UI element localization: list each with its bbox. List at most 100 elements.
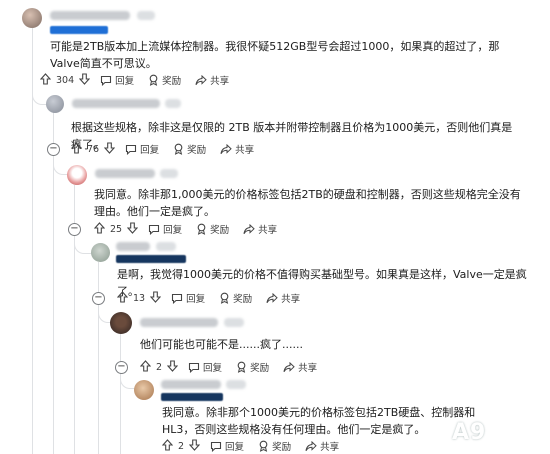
vote-count: 2	[156, 361, 163, 373]
share-icon	[283, 361, 295, 373]
username[interactable]	[140, 318, 218, 327]
reply-button[interactable]: 回复	[210, 439, 244, 453]
share-icon	[243, 223, 255, 235]
upvote-icon[interactable]	[70, 141, 83, 157]
reply-button[interactable]: 回复	[125, 142, 159, 156]
downvote-icon[interactable]	[103, 141, 116, 157]
thread-elbow	[32, 90, 47, 105]
award-icon	[196, 223, 207, 235]
comment-actions: 2 回复 奖励 共享	[139, 359, 331, 375]
timestamp	[226, 380, 246, 389]
upvote-icon[interactable]	[116, 290, 129, 306]
vote-count: 2	[178, 440, 185, 452]
avatar[interactable]	[46, 95, 64, 113]
comment-actions: 13 回复 奖励 共享	[116, 290, 314, 306]
vote-control: 76	[70, 141, 116, 157]
thread-elbow	[53, 158, 68, 175]
avatar[interactable]	[134, 380, 154, 400]
comment-body: 我同意。除非那个1000美元的价格标签包括2TB硬盘、控制器和HL3，否则这些规…	[162, 406, 476, 436]
share-icon	[195, 74, 207, 86]
award-button[interactable]: 奖励	[196, 222, 229, 236]
reply-icon	[171, 293, 183, 304]
reply-button[interactable]: 回复	[188, 360, 222, 374]
award-icon	[148, 74, 159, 86]
username[interactable]	[50, 11, 130, 20]
award-icon	[258, 440, 269, 452]
reply-icon	[188, 362, 200, 373]
share-button[interactable]: 共享	[243, 222, 277, 236]
comment-body: 他们可能也可能不是......疯了......	[140, 338, 303, 351]
username[interactable]	[116, 242, 150, 251]
watermark: A9	[452, 420, 487, 445]
reply-icon	[210, 441, 222, 452]
avatar[interactable]	[110, 312, 132, 334]
timestamp	[156, 242, 176, 251]
award-button[interactable]: 奖励	[219, 291, 252, 305]
award-icon	[236, 361, 247, 373]
comment-body: 我同意。除非那1,000美元的价格标签包括2TB的硬盘和控制器，否则这些规格完全…	[94, 188, 521, 218]
vote-count: 76	[87, 143, 100, 155]
downvote-icon[interactable]	[188, 438, 201, 454]
thread-elbow	[98, 308, 111, 323]
reply-button[interactable]: 回复	[148, 222, 182, 236]
reply-icon	[100, 75, 112, 86]
share-button[interactable]: 共享	[305, 439, 339, 453]
award-icon	[219, 292, 230, 304]
downvote-icon[interactable]	[166, 359, 179, 375]
avatar[interactable]	[22, 8, 42, 28]
comment-actions: 76 回复 奖励 共享	[70, 141, 268, 157]
vote-control: 25	[93, 221, 139, 237]
share-button[interactable]: 共享	[266, 291, 300, 305]
share-icon	[220, 143, 232, 155]
reply-icon	[125, 144, 137, 155]
comment-actions: 25 回复 奖励 共享	[93, 221, 291, 237]
comment-actions: 2 回复 奖励 共享	[161, 438, 353, 454]
share-button[interactable]: 共享	[283, 360, 317, 374]
reply-icon	[148, 224, 160, 235]
share-button[interactable]: 共享	[220, 142, 254, 156]
vote-control: 304	[39, 72, 91, 88]
share-button[interactable]: 共享	[195, 73, 229, 87]
collapse-button[interactable]: −	[115, 361, 128, 374]
username[interactable]	[95, 169, 155, 178]
award-button[interactable]: 奖励	[148, 73, 181, 87]
award-button[interactable]: 奖励	[258, 439, 291, 453]
timestamp	[137, 11, 155, 20]
comment-body: 可能是2TB版本加上流媒体控制器。我很怀疑512GB型号会超过1000，如果真的…	[50, 40, 500, 70]
flair-badge	[50, 26, 108, 34]
vote-count: 25	[110, 223, 123, 235]
downvote-icon[interactable]	[126, 221, 139, 237]
comment-actions: 304 回复 奖励 共享	[39, 72, 243, 88]
vote-count: 13	[133, 292, 146, 304]
reply-button[interactable]: 回复	[171, 291, 205, 305]
timestamp	[160, 169, 178, 178]
upvote-icon[interactable]	[39, 72, 52, 88]
collapse-button[interactable]: −	[92, 292, 105, 305]
vote-control: 2	[161, 438, 201, 454]
thread-line	[120, 332, 121, 454]
vote-count: 304	[56, 74, 75, 86]
avatar[interactable]	[67, 165, 87, 185]
upvote-icon[interactable]	[161, 438, 174, 454]
username[interactable]	[72, 99, 160, 108]
thread-elbow	[120, 374, 135, 389]
reply-button[interactable]: 回复	[100, 73, 134, 87]
collapse-button[interactable]: −	[68, 223, 81, 236]
thread-line	[98, 262, 99, 454]
share-icon	[266, 292, 278, 304]
downvote-icon[interactable]	[149, 290, 162, 306]
award-button[interactable]: 奖励	[236, 360, 269, 374]
share-icon	[305, 440, 317, 452]
award-icon	[173, 143, 184, 155]
upvote-icon[interactable]	[139, 359, 152, 375]
award-button[interactable]: 奖励	[173, 142, 206, 156]
avatar[interactable]	[91, 243, 110, 262]
upvote-icon[interactable]	[93, 221, 106, 237]
downvote-icon[interactable]	[78, 72, 91, 88]
collapse-button[interactable]: −	[47, 143, 60, 156]
username[interactable]	[161, 380, 221, 389]
timestamp	[224, 318, 244, 327]
flair-badge	[161, 393, 223, 401]
flair-badge	[116, 255, 186, 263]
timestamp	[165, 99, 181, 108]
